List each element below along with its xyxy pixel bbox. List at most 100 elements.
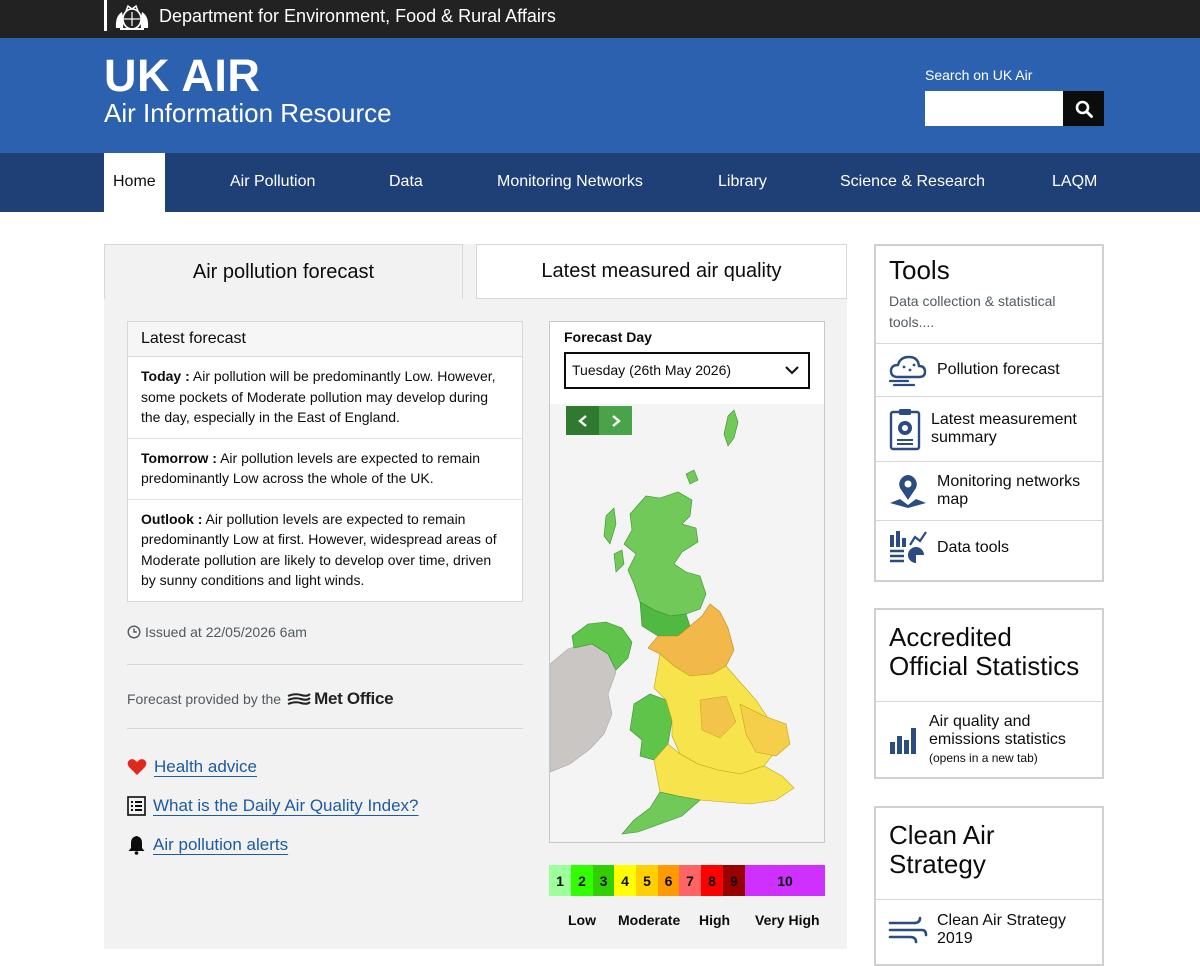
site-header: UK AIR Air Information Resource Search o… <box>0 38 1200 153</box>
main-navigation: Home Air Pollution Data Monitoring Netwo… <box>0 153 1200 212</box>
government-bar: Department for Environment, Food & Rural… <box>0 0 1200 38</box>
daqi-link-row: What is the Daily Air Quality Index? <box>127 796 419 816</box>
bar-chart-icon <box>888 724 920 756</box>
nav-air-pollution[interactable]: Air Pollution <box>230 153 315 212</box>
data-tools-icon <box>888 529 928 567</box>
nav-data[interactable]: Data <box>389 153 423 212</box>
bell-icon <box>128 836 145 855</box>
uk-map-graphic <box>550 409 795 835</box>
cloud-wind-icon <box>888 353 928 387</box>
site-subtitle[interactable]: Air Information Resource <box>104 98 392 129</box>
daqi-level: 1 <box>549 865 571 896</box>
forecast-day-label: Forecast Day <box>564 329 652 345</box>
daqi-level: 5 <box>636 865 658 896</box>
uk-forecast-map[interactable] <box>550 404 824 842</box>
statistics-title: Accredited Official Statistics <box>889 622 1080 681</box>
clipboard-gauge-icon <box>888 407 922 451</box>
provided-by-text: Forecast provided by the <box>127 691 282 707</box>
shetland <box>723 409 739 447</box>
met-office-name: Met Office <box>314 689 394 708</box>
met-office-logo[interactable]: Met Office <box>287 689 394 709</box>
search-input[interactable] <box>925 91 1063 126</box>
outlook-label: Outlook : <box>141 510 203 527</box>
health-advice-link[interactable]: Health advice <box>154 757 257 777</box>
western-isles-2 <box>613 549 625 573</box>
forecast-provider: Forecast provided by the Met Office <box>127 689 394 709</box>
daqi-level: 6 <box>658 865 679 896</box>
strategy-link-label: Clean Air Strategy 2019 <box>937 911 1066 947</box>
latest-forecast-box: Latest forecast Today : Air pollution wi… <box>127 321 523 602</box>
document-list-icon <box>127 796 146 816</box>
health-advice-link-row: Health advice <box>127 757 257 777</box>
tool-latest-measurement-summary[interactable]: Latest measurement summary <box>876 396 1102 461</box>
forecast-day-select[interactable]: Tuesday (26th May 2026) <box>564 352 810 389</box>
met-office-swirl-icon <box>287 693 311 705</box>
daqi-level: 4 <box>614 865 636 896</box>
daqi-band-low: Low <box>568 912 596 928</box>
forecast-tomorrow: Tomorrow : Air pollution levels are expe… <box>128 439 522 500</box>
heart-icon <box>127 759 147 775</box>
alerts-link-row: Air pollution alerts <box>127 835 288 855</box>
scotland <box>623 491 707 617</box>
daqi-level: 9 <box>723 865 745 896</box>
nav-home[interactable]: Home <box>104 153 165 212</box>
tool-label: Pollution forecast <box>937 361 1060 378</box>
western-isles <box>603 507 617 545</box>
nav-science-research[interactable]: Science & Research <box>840 153 985 212</box>
daqi-band-moderate: Moderate <box>618 912 681 928</box>
daqi-level: 3 <box>593 865 614 896</box>
today-label: Today : <box>141 368 190 384</box>
south-west <box>621 791 701 835</box>
issued-time: Issued at 22/05/2026 6am <box>127 624 307 640</box>
daqi-level: 7 <box>679 865 701 896</box>
latest-forecast-heading: Latest forecast <box>128 322 522 357</box>
orkney <box>685 469 699 485</box>
air-quality-emissions-statistics-link[interactable]: Air quality and emissions statistics (op… <box>876 701 1102 778</box>
strategy-title: Clean Air Strategy <box>889 820 995 879</box>
divider <box>127 664 523 665</box>
clean-air-strategy-link[interactable]: Clean Air Strategy 2019 <box>876 899 1102 959</box>
tool-data-tools[interactable]: Data tools <box>876 520 1102 574</box>
clock-icon <box>127 625 141 639</box>
map-pin-icon <box>888 473 928 509</box>
wind-icon <box>888 915 928 945</box>
statistics-link-label: Air quality and emissions statistics <box>929 713 1066 748</box>
statistics-link-text: Air quality and emissions statistics (op… <box>929 713 1090 767</box>
ireland-landmass <box>550 641 617 773</box>
nav-laqm[interactable]: LAQM <box>1052 153 1097 212</box>
tools-subtitle: Data collection & statistical tools.... <box>889 293 1056 330</box>
tomorrow-label: Tomorrow : <box>141 449 217 466</box>
tool-label: Latest measurement summary <box>931 411 1077 446</box>
tools-card: Tools Data collection & statistical tool… <box>874 244 1104 582</box>
site-title[interactable]: UK AIR <box>104 50 260 102</box>
daqi-info-link[interactable]: What is the Daily Air Quality Index? <box>153 796 419 816</box>
pollution-alerts-link[interactable]: Air pollution alerts <box>153 835 288 855</box>
tool-pollution-forecast[interactable]: Pollution forecast <box>876 343 1102 396</box>
map-next-button[interactable] <box>599 406 632 435</box>
new-tab-note: (opens in a new tab) <box>929 751 1038 765</box>
nav-monitoring-networks[interactable]: Monitoring Networks <box>497 153 643 212</box>
clean-air-strategy-card: Clean Air Strategy Clean Air Strategy 20… <box>874 806 1104 966</box>
chevron-down-icon <box>785 366 799 375</box>
search-button[interactable] <box>1063 91 1104 126</box>
department-name[interactable]: Department for Environment, Food & Rural… <box>159 6 556 27</box>
divider <box>127 728 523 729</box>
tool-label: Data tools <box>937 538 1010 556</box>
tab-latest-measured[interactable]: Latest measured air quality <box>476 244 847 299</box>
forecast-day-value: Tuesday (26th May 2026) <box>572 362 732 378</box>
tool-monitoring-networks-map[interactable]: Monitoring networks map <box>876 461 1102 520</box>
chevron-right-icon <box>611 414 621 427</box>
search-icon <box>1075 100 1093 118</box>
map-prev-button[interactable] <box>566 406 599 435</box>
tools-title: Tools <box>889 255 950 285</box>
nav-library[interactable]: Library <box>718 153 767 212</box>
royal-crest-icon <box>115 4 149 30</box>
daqi-level: 8 <box>701 865 723 896</box>
forecast-outlook: Outlook : Air pollution levels are expec… <box>128 500 522 601</box>
daqi-level: 2 <box>571 865 593 896</box>
tab-air-pollution-forecast[interactable]: Air pollution forecast <box>104 244 463 299</box>
crest-rule <box>104 0 107 31</box>
daqi-scale: 1 2 3 4 5 6 7 8 9 10 <box>549 865 825 896</box>
tool-label: Monitoring networks map <box>937 473 1081 508</box>
official-statistics-card: Accredited Official Statistics Air quali… <box>874 608 1104 779</box>
